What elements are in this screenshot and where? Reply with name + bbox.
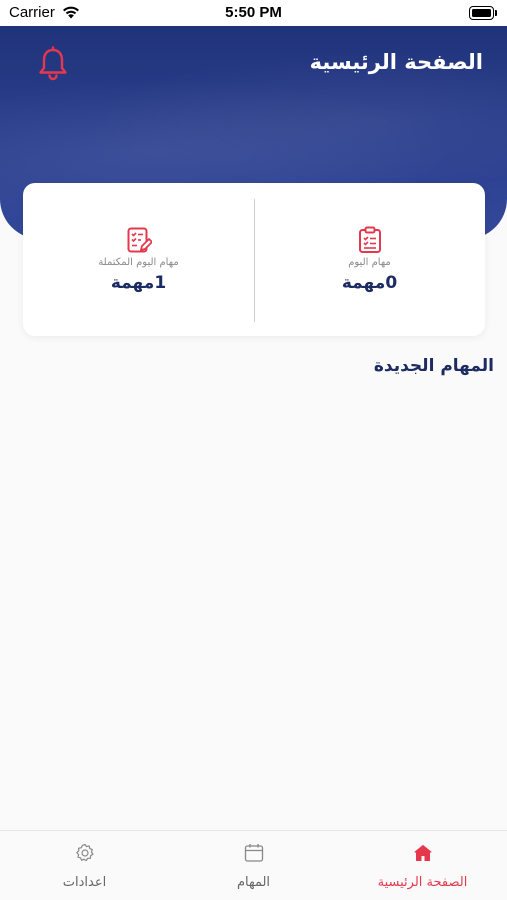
stats-card: مهام اليوم 0مهمة مهام اليوم المكتملة 1مه… bbox=[23, 183, 485, 336]
calendar-icon bbox=[244, 843, 264, 863]
today-tasks-value: 0مهمة bbox=[341, 273, 398, 293]
tab-settings[interactable]: اعدادات bbox=[0, 831, 169, 900]
completed-tasks-stat[interactable]: مهام اليوم المكتملة 1مهمة bbox=[23, 183, 254, 336]
clipboard-checklist-icon bbox=[357, 226, 383, 254]
home-icon bbox=[413, 843, 433, 863]
tab-tasks-label: المهام bbox=[236, 875, 271, 890]
gear-icon bbox=[75, 843, 95, 863]
today-tasks-stat[interactable]: مهام اليوم 0مهمة bbox=[254, 183, 485, 336]
tab-bar: اعدادات المهام الصفحة الرئيسية bbox=[0, 830, 507, 900]
tab-home[interactable]: الصفحة الرئيسية bbox=[338, 831, 507, 900]
stats-divider bbox=[254, 199, 255, 322]
tab-settings-label: اعدادات bbox=[62, 875, 107, 890]
home-screen: Carrier 5:50 PM الصفحة الرئيسية مهام الي… bbox=[0, 0, 507, 900]
new-tasks-heading: المهام الجديدة bbox=[373, 356, 494, 376]
tab-tasks[interactable]: المهام bbox=[169, 831, 338, 900]
completed-tasks-label: مهام اليوم المكتملة bbox=[98, 257, 179, 268]
bell-icon[interactable] bbox=[36, 46, 70, 82]
checklist-edit-icon bbox=[126, 226, 153, 254]
completed-tasks-value: 1مهمة bbox=[110, 273, 167, 293]
tab-home-label: الصفحة الرئيسية bbox=[377, 875, 468, 890]
battery-icon bbox=[469, 6, 498, 20]
status-time: 5:50 PM bbox=[225, 4, 282, 21]
status-bar: Carrier 5:50 PM bbox=[0, 0, 507, 26]
today-tasks-label: مهام اليوم bbox=[348, 257, 391, 268]
page-title: الصفحة الرئيسية bbox=[309, 50, 483, 74]
